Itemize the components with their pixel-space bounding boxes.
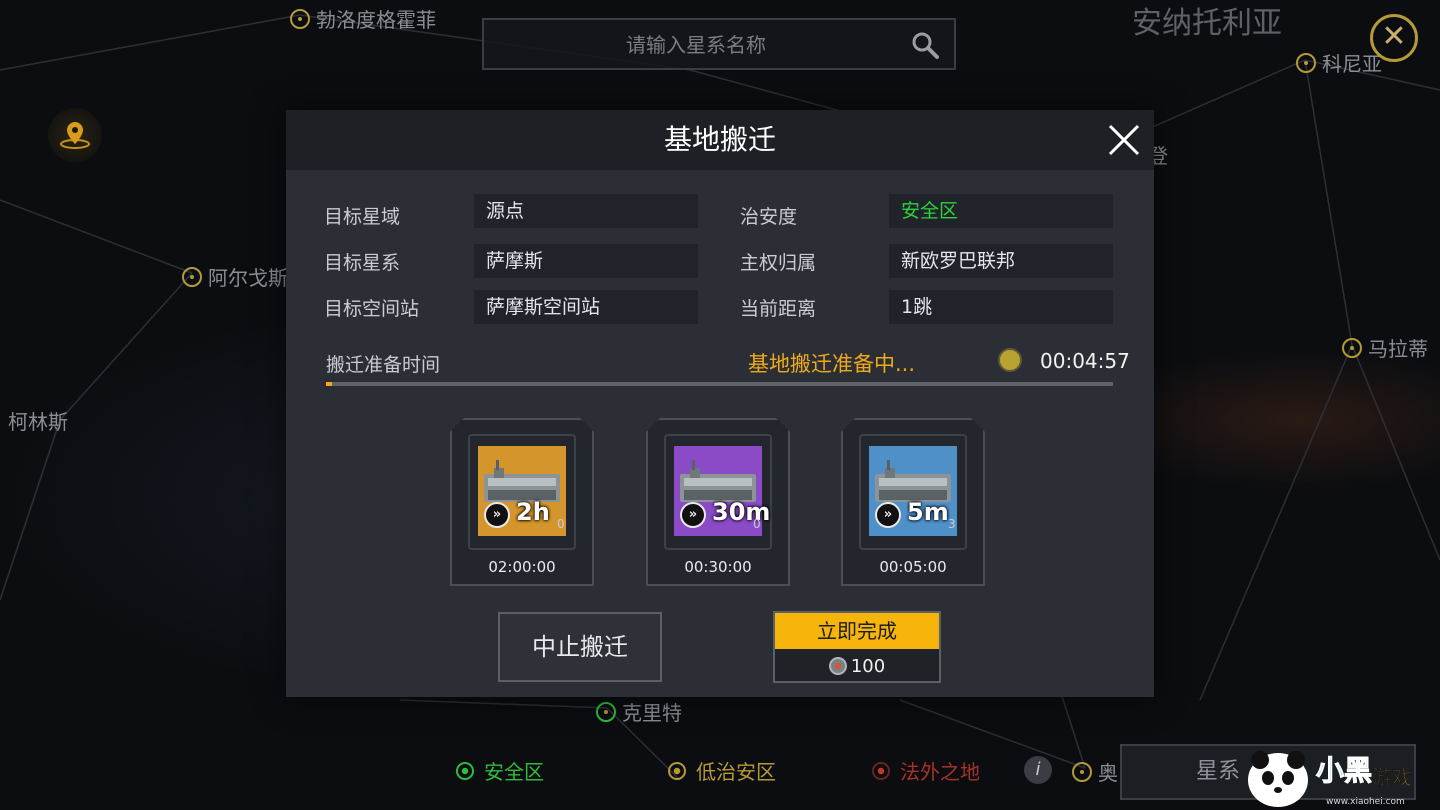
speedup-time: 02:00:00 (488, 558, 556, 576)
map-node-kelite[interactable]: 克里特 (596, 697, 682, 726)
target-system-label: 目标星系 (324, 252, 401, 274)
map-node-bolodu[interactable]: 勃洛度格霍菲 (290, 4, 436, 33)
speedup-item-image: » 5m (869, 446, 957, 536)
cost-amount: 100 (850, 655, 886, 677)
map-node-keniya[interactable]: 科尼亚 (1296, 48, 1382, 77)
speedup-time: 00:05:00 (879, 558, 947, 576)
map-node-ao[interactable]: 奥 (1072, 757, 1118, 786)
legend-lawless: 法外之地 (872, 756, 980, 785)
system-ring-icon (182, 266, 202, 287)
timer-icon (998, 348, 1022, 372)
system-ring-icon (1296, 52, 1316, 73)
map-node-label: 克里特 (622, 701, 682, 725)
map-node-label: 柯林斯 (8, 410, 68, 434)
lowsec-dot-icon (668, 761, 686, 780)
speedup-item-30m[interactable]: » 30m 0 00:30:00 (646, 418, 790, 586)
dialog-title: 基地搬迁 (663, 123, 776, 156)
close-icon: ✕ (1381, 19, 1407, 54)
info-icon[interactable]: i (1024, 756, 1052, 784)
prep-status-text: 基地搬迁准备中... (748, 352, 916, 376)
target-station-label: 目标空间站 (324, 298, 420, 320)
speedup-duration-label: 2h (516, 498, 550, 526)
speedup-time: 00:30:00 (684, 558, 752, 576)
speedup-item-5m[interactable]: » 5m 3 00:05:00 (841, 418, 985, 586)
speedup-duration-label: 5m (907, 498, 949, 526)
speedup-count: 0 (557, 517, 565, 531)
location-pin-icon (60, 122, 90, 149)
speedup-icon: » (875, 502, 901, 528)
map-node-label: 奥 (1098, 761, 1118, 785)
speedup-item-2h[interactable]: » 2h 0 02:00:00 (450, 418, 594, 586)
target-domain-value: 源点 (474, 194, 698, 228)
instant-complete-button[interactable]: 立即完成 100 (773, 611, 941, 683)
map-node-label: 阿尔戈斯 (208, 266, 288, 290)
search-icon[interactable] (910, 30, 940, 60)
security-label: 治安度 (740, 206, 798, 228)
legend-safe: 安全区 (456, 756, 544, 785)
speedup-item-image: » 30m (674, 446, 770, 536)
system-ring-icon (1072, 761, 1092, 782)
system-ring-icon (1342, 337, 1362, 358)
system-ring-icon (290, 8, 310, 29)
security-value: 安全区 (889, 194, 1113, 228)
lawless-dot-icon (872, 761, 890, 780)
map-node-aerge[interactable]: 阿尔戈斯 (182, 262, 288, 291)
speedup-icon: » (680, 502, 706, 528)
currency-coin-icon (828, 657, 847, 675)
safe-dot-icon (456, 761, 474, 780)
prep-time-label: 搬迁准备时间 (326, 354, 441, 376)
watermark-url: www.xiaohei.com (1326, 797, 1405, 807)
map-node-label: 勃洛度格霍菲 (316, 8, 436, 32)
instant-complete-cost: 100 (775, 651, 939, 681)
location-button[interactable] (48, 108, 102, 162)
speedup-icon: » (484, 502, 510, 528)
watermark-logo: 小黑 游戏 www.xiaohei.com (1248, 751, 1412, 807)
search-bar (482, 18, 956, 70)
legend-lowsec: 低治安区 (668, 756, 776, 785)
sovereignty-label: 主权归属 (740, 252, 817, 274)
svg-text:小黑: 小黑 (1316, 754, 1372, 787)
prep-progress-bar (326, 382, 1113, 386)
region-label: 安纳托利亚 (1132, 6, 1282, 41)
svg-text:游戏: 游戏 (1372, 765, 1412, 789)
map-node-label: 马拉蒂 (1368, 337, 1428, 361)
legend-lowsec-label: 低治安区 (696, 760, 776, 784)
stop-relocation-button[interactable]: 中止搬迁 (498, 612, 662, 682)
instant-complete-label: 立即完成 (775, 613, 939, 649)
speedup-count: 0 (753, 517, 761, 531)
speedup-duration-label: 30m (712, 498, 771, 526)
target-domain-label: 目标星域 (324, 206, 401, 228)
speedup-item-image: » 2h (478, 446, 566, 536)
countdown-timer: 00:04:57 (1040, 349, 1130, 373)
close-icon[interactable] (1104, 120, 1144, 160)
dialog-header: 基地搬迁 (286, 110, 1154, 170)
search-input[interactable] (484, 20, 908, 70)
prep-progress-fill (326, 382, 333, 386)
map-node-malati[interactable]: 马拉蒂 (1342, 333, 1428, 362)
sovereignty-value: 新欧罗巴联邦 (889, 244, 1113, 278)
target-station-value: 萨摩斯空间站 (474, 290, 698, 324)
target-system-value: 萨摩斯 (474, 244, 698, 278)
distance-label: 当前距离 (740, 298, 817, 320)
map-node-kelinsi[interactable]: 柯林斯 (8, 406, 68, 435)
distance-value: 1跳 (889, 290, 1113, 324)
system-ring-icon (596, 701, 616, 722)
base-relocation-dialog: 基地搬迁 目标星域 源点 治安度 安全区 目标星系 萨摩斯 主权归属 新欧罗巴联… (286, 110, 1154, 697)
legend-safe-label: 安全区 (484, 760, 544, 784)
legend-lawless-label: 法外之地 (900, 760, 980, 784)
speedup-count: 3 (948, 517, 956, 531)
map-close-button[interactable]: ✕ (1370, 14, 1418, 62)
map-node-label: 科尼亚 (1322, 52, 1382, 76)
